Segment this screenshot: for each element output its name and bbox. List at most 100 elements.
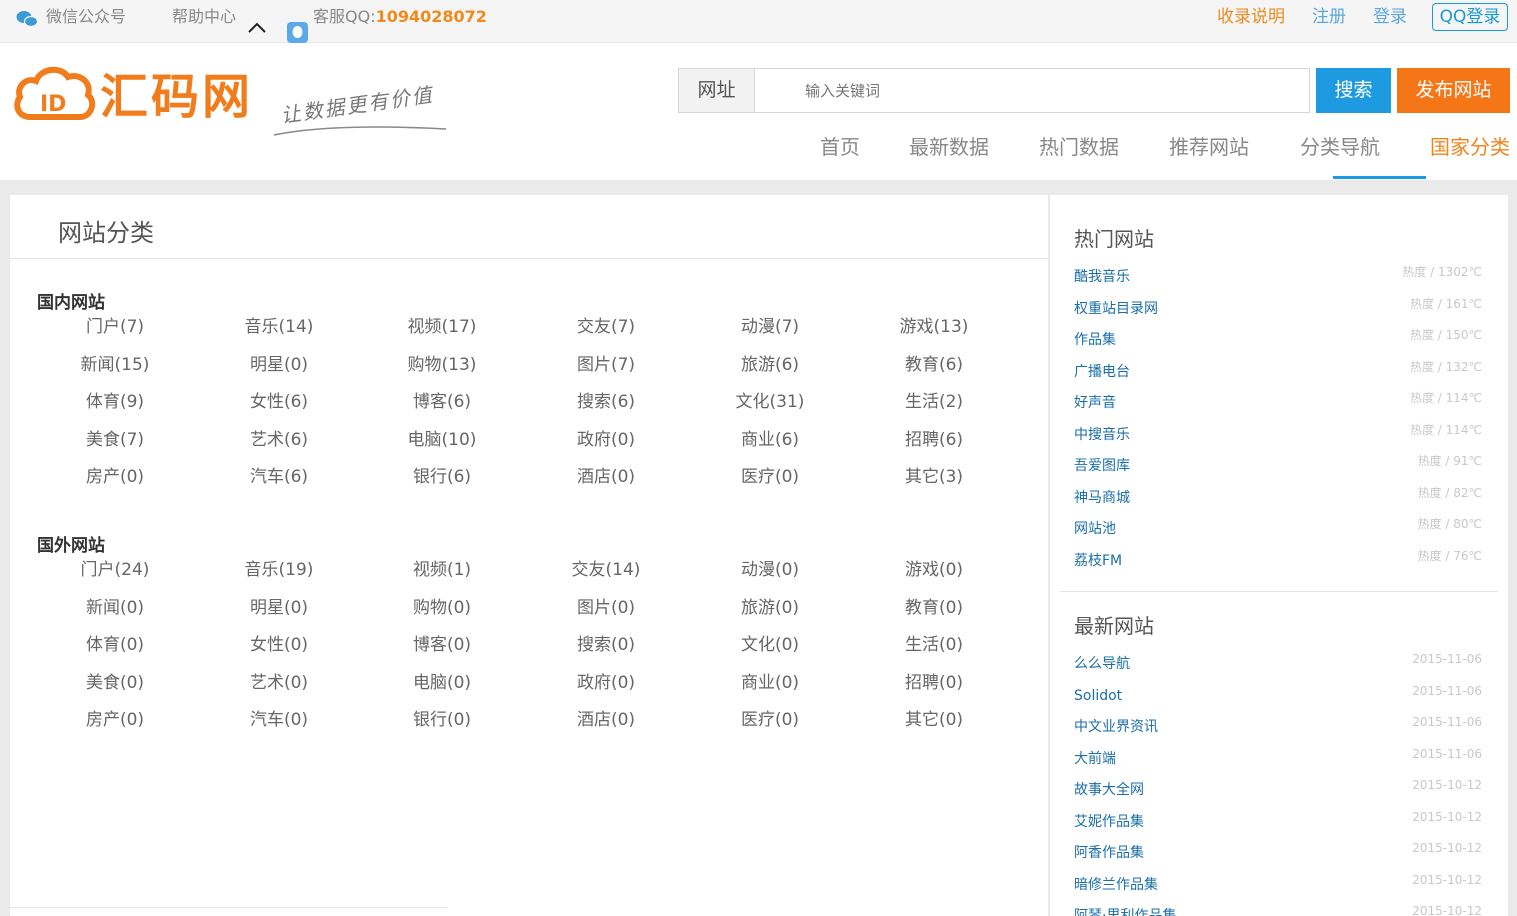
site-link[interactable]: 阿香作品集: [1074, 843, 1144, 863]
category-link[interactable]: 生活(0): [854, 634, 1014, 656]
category-link[interactable]: 医疗(0): [690, 466, 850, 488]
category-link[interactable]: 购物(13): [362, 354, 522, 376]
site-link[interactable]: 荔枝FM: [1074, 551, 1122, 571]
category-link[interactable]: 游戏(13): [854, 316, 1014, 338]
category-link[interactable]: 教育(0): [854, 597, 1014, 619]
heat-value: 热度 / 82℃: [1417, 485, 1482, 500]
site-link[interactable]: 网站池: [1074, 519, 1116, 539]
site-link[interactable]: 中文业界资讯: [1074, 717, 1158, 737]
category-link[interactable]: 其它(0): [854, 709, 1014, 731]
register-link[interactable]: 注册: [1312, 6, 1346, 28]
category-link[interactable]: 博客(6): [362, 391, 522, 413]
site-link[interactable]: 权重站目录网: [1074, 299, 1158, 319]
wechat-icon[interactable]: [16, 10, 38, 28]
category-link[interactable]: 动漫(0): [690, 559, 850, 581]
site-link[interactable]: 故事大全网: [1074, 780, 1144, 800]
logo-text[interactable]: 汇码网: [100, 67, 253, 127]
category-link[interactable]: 电脑(10): [362, 429, 522, 451]
category-link[interactable]: 图片(7): [526, 354, 686, 376]
category-link[interactable]: 视频(1): [362, 559, 522, 581]
category-link[interactable]: 政府(0): [526, 429, 686, 451]
category-link[interactable]: 酒店(0): [526, 466, 686, 488]
category-link[interactable]: 房产(0): [35, 466, 195, 488]
site-link[interactable]: 酷我音乐: [1074, 267, 1130, 287]
category-link[interactable]: 电脑(0): [362, 672, 522, 694]
category-link[interactable]: 银行(6): [362, 466, 522, 488]
category-link[interactable]: 房产(0): [35, 709, 195, 731]
qq-login-button[interactable]: QQ登录: [1432, 3, 1508, 31]
site-link[interactable]: 广播电台: [1074, 362, 1130, 382]
category-link[interactable]: 商业(6): [690, 429, 850, 451]
category-link[interactable]: 搜索(6): [526, 391, 686, 413]
category-link[interactable]: 医疗(0): [690, 709, 850, 731]
category-link[interactable]: 艺术(6): [199, 429, 359, 451]
category-link[interactable]: 动漫(7): [690, 316, 850, 338]
category-link[interactable]: 女性(0): [199, 634, 359, 656]
category-link[interactable]: 银行(0): [362, 709, 522, 731]
category-link[interactable]: 美食(0): [35, 672, 195, 694]
search-input[interactable]: [755, 68, 1310, 113]
category-link[interactable]: 门户(24): [35, 559, 195, 581]
category-link[interactable]: 门户(7): [35, 316, 195, 338]
nav-latest-data[interactable]: 最新数据: [909, 133, 989, 161]
help-center-link[interactable]: 帮助中心: [172, 6, 236, 28]
category-link[interactable]: 美食(7): [35, 429, 195, 451]
category-link[interactable]: 博客(0): [362, 634, 522, 656]
site-link[interactable]: 艾妮作品集: [1074, 812, 1144, 832]
wechat-link[interactable]: 微信公众号: [46, 6, 126, 28]
category-link[interactable]: 明星(0): [199, 354, 359, 376]
category-link[interactable]: 汽车(6): [199, 466, 359, 488]
category-link[interactable]: 女性(6): [199, 391, 359, 413]
site-link[interactable]: 吾爱图库: [1074, 456, 1130, 476]
category-link[interactable]: 游戏(0): [854, 559, 1014, 581]
category-link[interactable]: 新闻(0): [35, 597, 195, 619]
category-link[interactable]: 购物(0): [362, 597, 522, 619]
category-link[interactable]: 新闻(15): [35, 354, 195, 376]
category-link[interactable]: 旅游(0): [690, 597, 850, 619]
category-link[interactable]: 音乐(14): [199, 316, 359, 338]
site-link[interactable]: 暗修兰作品集: [1074, 875, 1158, 895]
category-link[interactable]: 图片(0): [526, 597, 686, 619]
nav-recommended[interactable]: 推荐网站: [1169, 133, 1249, 161]
site-link[interactable]: 大前端: [1074, 749, 1116, 769]
category-link[interactable]: 明星(0): [199, 597, 359, 619]
category-link[interactable]: 艺术(0): [199, 672, 359, 694]
publish-site-button[interactable]: 发布网站: [1397, 68, 1510, 113]
submit-guide-link[interactable]: 收录说明: [1217, 6, 1285, 28]
category-link[interactable]: 音乐(19): [199, 559, 359, 581]
category-link[interactable]: 酒店(0): [526, 709, 686, 731]
category-link[interactable]: 招聘(0): [854, 672, 1014, 694]
category-link[interactable]: 文化(0): [690, 634, 850, 656]
category-link[interactable]: 体育(9): [35, 391, 195, 413]
nav-category[interactable]: 分类导航: [1300, 133, 1380, 161]
site-link[interactable]: Solidot: [1074, 686, 1122, 706]
login-link[interactable]: 登录: [1373, 6, 1407, 28]
category-link[interactable]: 交友(14): [526, 559, 686, 581]
site-link[interactable]: 中搜音乐: [1074, 425, 1130, 445]
site-link[interactable]: 阿琴·里利作品集: [1074, 906, 1176, 916]
category-link[interactable]: 商业(0): [690, 672, 850, 694]
search-button[interactable]: 搜索: [1316, 68, 1391, 113]
nav-home[interactable]: 首页: [820, 133, 860, 161]
search-type-label[interactable]: 网址: [678, 68, 755, 113]
site-link[interactable]: 么么导航: [1074, 654, 1130, 674]
site-link[interactable]: 作品集: [1074, 330, 1116, 350]
nav-hot-data[interactable]: 热门数据: [1039, 133, 1119, 161]
category-link[interactable]: 体育(0): [35, 634, 195, 656]
nav-country[interactable]: 国家分类: [1430, 133, 1510, 161]
category-link[interactable]: 教育(6): [854, 354, 1014, 376]
category-link[interactable]: 其它(3): [854, 466, 1014, 488]
category-link[interactable]: 生活(2): [854, 391, 1014, 413]
cloud-logo-icon[interactable]: ID: [12, 65, 96, 125]
category-link[interactable]: 政府(0): [526, 672, 686, 694]
category-link[interactable]: 视频(17): [362, 316, 522, 338]
chevron-up-icon[interactable]: [247, 20, 267, 34]
site-link[interactable]: 好声音: [1074, 393, 1116, 413]
category-link[interactable]: 招聘(6): [854, 429, 1014, 451]
category-link[interactable]: 交友(7): [526, 316, 686, 338]
category-link[interactable]: 文化(31): [690, 391, 850, 413]
category-link[interactable]: 搜索(0): [526, 634, 686, 656]
category-link[interactable]: 旅游(6): [690, 354, 850, 376]
site-link[interactable]: 神马商城: [1074, 488, 1130, 508]
category-link[interactable]: 汽车(0): [199, 709, 359, 731]
